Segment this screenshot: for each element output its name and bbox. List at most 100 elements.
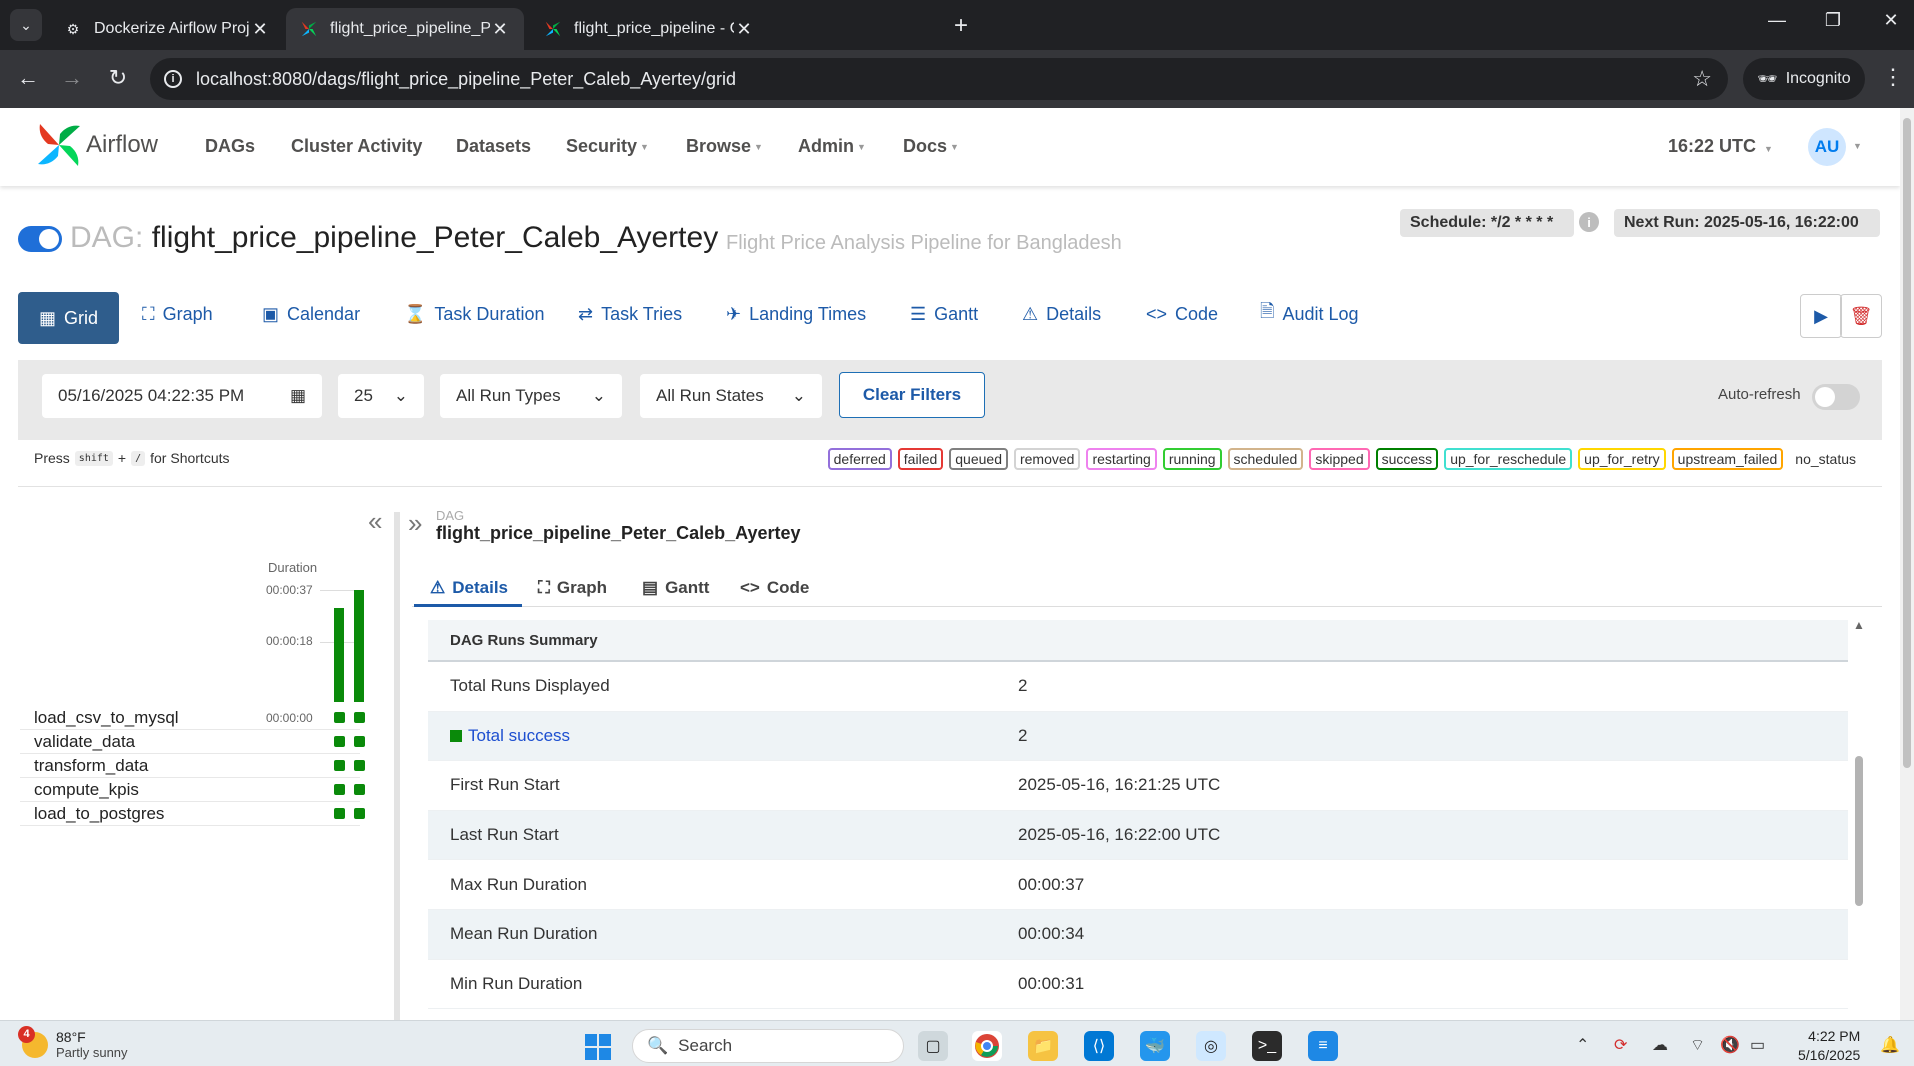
nav-cluster-activity[interactable]: Cluster Activity [291,136,422,157]
task-instance-status[interactable] [334,808,345,819]
task-instance-status[interactable] [354,808,365,819]
close-tab-icon[interactable]: ✕ [734,19,754,40]
url-text[interactable]: localhost:8080/dags/flight_price_pipelin… [196,69,736,90]
new-tab-icon[interactable]: + [948,12,974,40]
legend-scheduled[interactable]: scheduled [1227,448,1304,470]
dag-id[interactable]: flight_price_pipeline_Peter_Caleb_Ayerte… [152,221,718,254]
tab-task-tries[interactable]: ⇄ Task Tries [578,292,682,336]
taskbar-search[interactable]: 🔍 Search [632,1029,904,1063]
task-row[interactable]: load_to_postgres [20,802,365,826]
task-row[interactable]: load_csv_to_mysql [20,706,365,730]
task-name[interactable]: validate_data [34,732,135,752]
tab-search-button[interactable]: ⌄ [10,9,42,41]
tab-task-duration[interactable]: ⌛ Task Duration [404,292,544,336]
battery-icon[interactable]: ▭ [1750,1035,1765,1055]
scroll-up-icon[interactable]: ▲ [1853,618,1865,632]
nav-security[interactable]: Security ▼ [566,136,649,157]
browser-menu-icon[interactable]: ⋮ [1882,64,1904,90]
task-row[interactable]: compute_kpis [20,778,365,802]
legend-skipped[interactable]: skipped [1309,448,1370,470]
nav-datasets[interactable]: Datasets [456,136,531,157]
legend-failed[interactable]: failed [897,448,944,470]
task-instance-status[interactable] [354,736,365,747]
task-instance-status[interactable] [354,760,365,771]
wifi-icon[interactable]: ⌔ [1690,1035,1705,1055]
tab-code[interactable]: <> Code [1146,292,1218,336]
delete-dag-button[interactable]: 🗑 [1840,294,1882,338]
browser-tab-2[interactable]: flight_price_pipeline_Peter_Caleb_Ayerte… [286,8,524,50]
legend-queued[interactable]: queued [949,448,1008,470]
utc-clock[interactable]: 16:22 UTC ▼ [1668,136,1773,157]
legend-upstream-failed[interactable]: upstream_failed [1671,448,1784,470]
details-dag-name[interactable]: flight_price_pipeline_Peter_Caleb_Ayerte… [436,523,800,544]
nav-dags[interactable]: DAGs [205,136,255,157]
task-name[interactable]: transform_data [34,756,148,776]
tab-landing-times[interactable]: ✈ Landing Times [726,292,866,336]
dag-run-bar[interactable] [334,608,344,702]
show-hidden-icons[interactable]: ⌃ [1576,1035,1589,1055]
auto-refresh-toggle[interactable] [1812,384,1860,410]
notepad-icon[interactable]: ≡ [1308,1031,1338,1061]
task-name[interactable]: load_to_postgres [34,804,164,824]
close-tab-icon[interactable]: ✕ [250,19,270,40]
site-info-icon[interactable]: i [164,70,182,88]
trigger-dag-button[interactable]: ▶ [1800,294,1842,338]
task-view-icon[interactable]: ▢ [918,1031,948,1061]
dag-pause-toggle[interactable] [18,226,62,252]
cloud-icon[interactable]: ☁ [1652,1035,1668,1055]
task-row[interactable]: validate_data [20,730,365,754]
back-icon[interactable]: ← [14,65,42,91]
legend-restarting[interactable]: restarting [1086,448,1157,470]
vscode-icon[interactable]: ⟨⟩ [1084,1031,1114,1061]
subtab-gantt[interactable]: ▤ Gantt [642,570,709,606]
legend-no-status[interactable]: no_status [1789,448,1862,470]
reload-icon[interactable]: ↻ [104,65,132,91]
task-instance-status[interactable] [334,736,345,747]
clear-filters-button[interactable]: Clear Filters [839,372,985,418]
expand-details-icon[interactable]: » [408,508,422,539]
task-name[interactable]: load_csv_to_mysql [34,708,179,728]
legend-removed[interactable]: removed [1013,448,1081,470]
windows-start-icon[interactable] [585,1034,611,1060]
tab-calendar[interactable]: ▣ Calendar [262,292,360,336]
row-key[interactable]: Total success [428,726,1018,746]
legend-up-for-reschedule[interactable]: up_for_reschedule [1444,448,1573,470]
page-scrollbar[interactable] [1900,108,1914,1020]
bookmark-star-icon[interactable]: ☆ [1692,66,1712,92]
system-clock[interactable]: 4:22 PM 5/16/2025 [1798,1027,1860,1065]
address-bar[interactable]: i localhost:8080/dags/flight_price_pipel… [150,58,1728,100]
docker-icon[interactable]: 🐳 [1140,1031,1170,1061]
task-row[interactable]: transform_data [20,754,365,778]
task-instance-status[interactable] [334,760,345,771]
incognito-indicator[interactable]: 🕶 Incognito [1743,58,1865,100]
dag-run-bar[interactable] [354,590,364,702]
num-runs-select[interactable]: 25 ⌄ [338,374,424,418]
weather-widget[interactable]: 4 88°F Partly sunny [18,1025,128,1060]
terminal-icon[interactable]: >_ [1252,1031,1282,1061]
browser-tab-3[interactable]: flight_price_pipeline - Grid - Airflow ✕ [530,8,768,50]
task-instance-status[interactable] [354,712,365,723]
nav-browse[interactable]: Browse ▼ [686,136,763,157]
airflow-logo[interactable]: Airflow [36,122,158,168]
tab-grid[interactable]: ▦ Grid [18,292,119,344]
subtab-details[interactable]: ⚠ Details [430,570,508,606]
forward-icon[interactable]: → [58,65,86,91]
subtab-graph[interactable]: ⛶ Graph [538,570,607,606]
file-explorer-icon[interactable]: 📁 [1028,1031,1058,1061]
legend-deferred[interactable]: deferred [827,448,892,470]
app-icon[interactable]: ◎ [1196,1031,1226,1061]
nav-docs[interactable]: Docs ▼ [903,136,959,157]
legend-running[interactable]: running [1162,448,1222,470]
details-scrollbar[interactable]: ▲ [1852,618,1866,1018]
task-name[interactable]: compute_kpis [34,780,139,800]
run-type-select[interactable]: All Run Types ⌄ [440,374,622,418]
task-instance-status[interactable] [334,712,345,723]
info-icon[interactable]: i [1579,212,1599,232]
notifications-icon[interactable]: 🔔 [1880,1035,1900,1055]
restore-icon[interactable]: ❐ [1818,10,1848,31]
legend-success[interactable]: success [1375,448,1439,470]
tab-audit-log[interactable]: 🗎 Audit Log [1260,292,1359,336]
close-window-icon[interactable]: ✕ [1876,10,1906,31]
close-tab-icon[interactable]: ✕ [490,19,510,40]
caret-down-icon[interactable]: ▼ [1853,141,1862,151]
